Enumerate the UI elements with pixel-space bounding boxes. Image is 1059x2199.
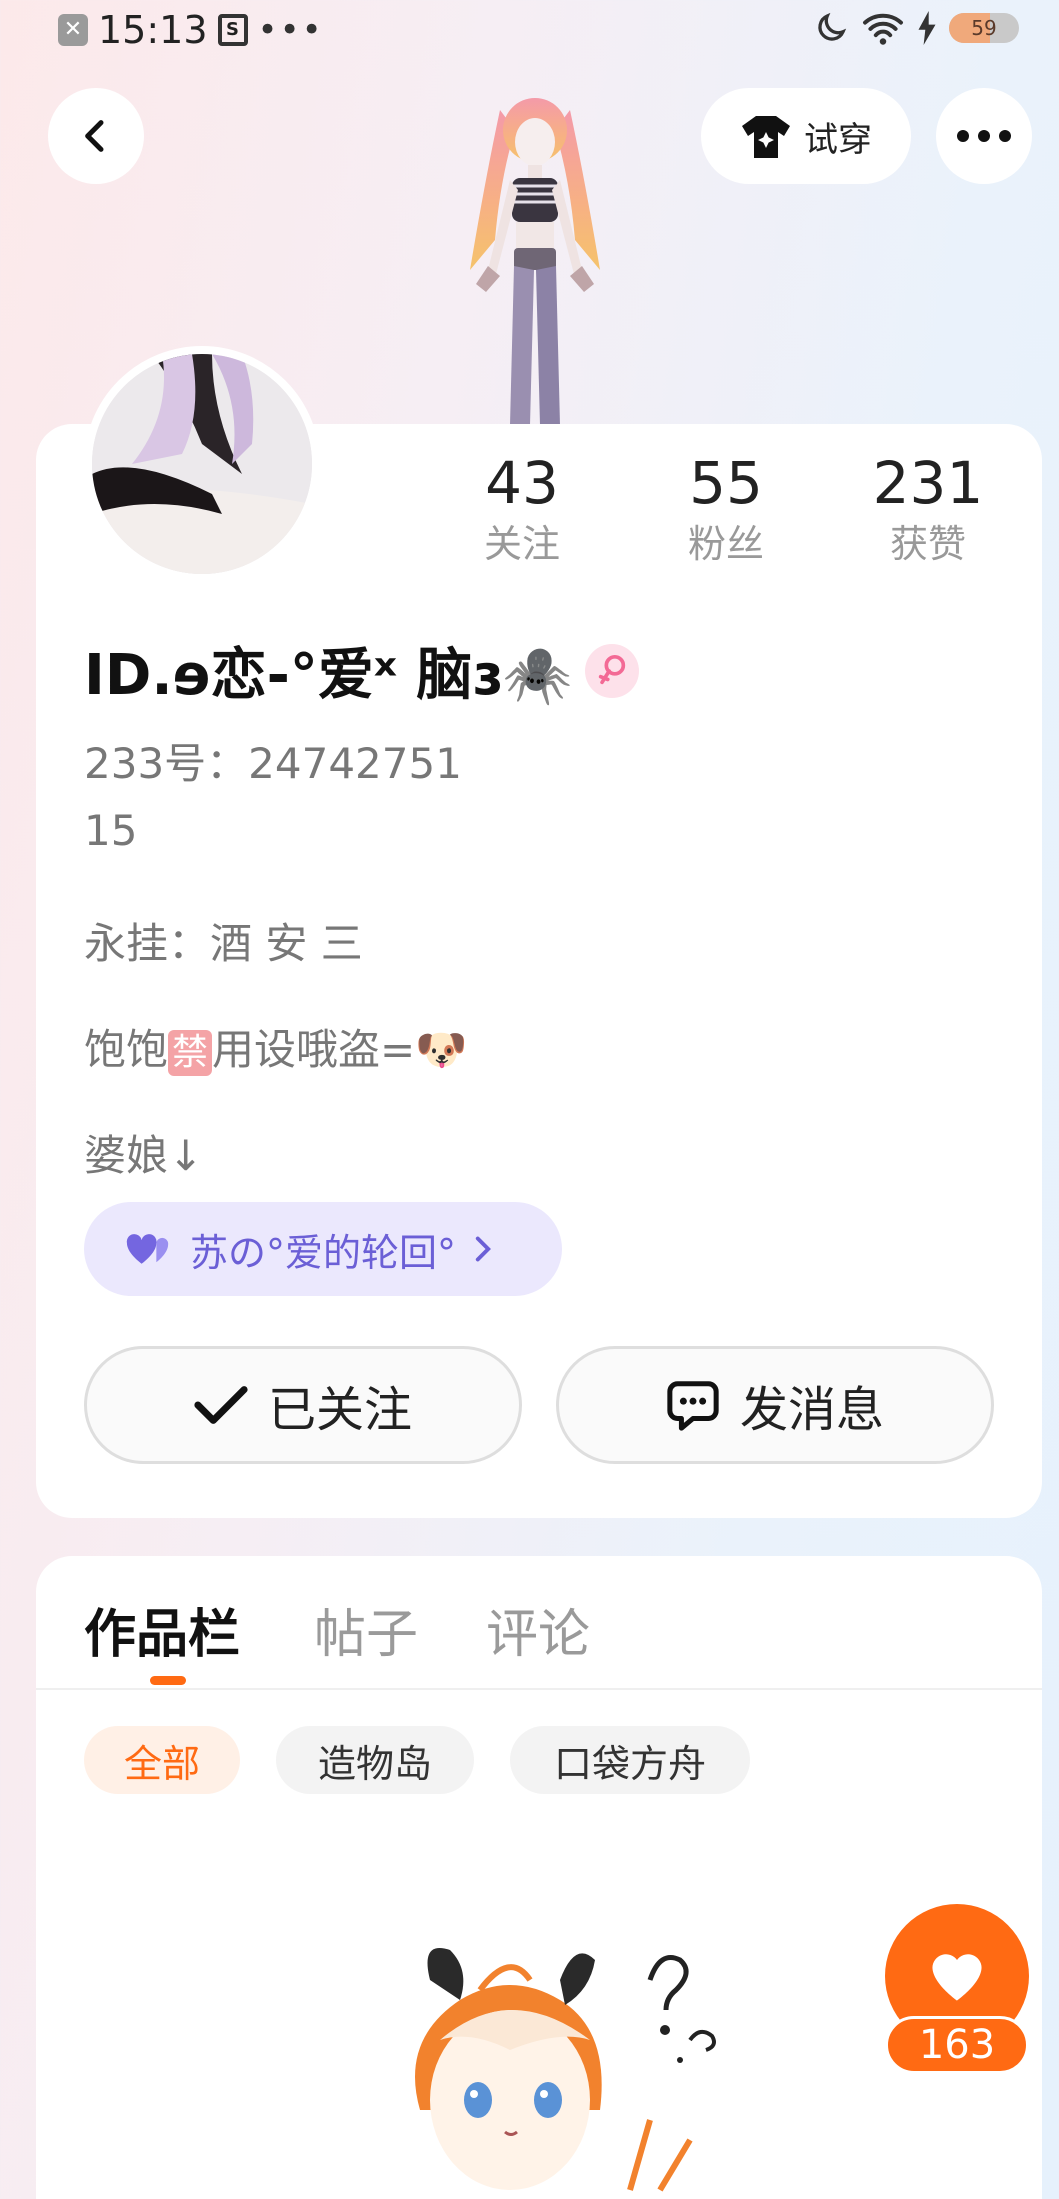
status-bar: ✕ 15:13 S ••• 59 — [0, 0, 1059, 60]
tab-posts[interactable]: 帖子 — [314, 1592, 418, 1667]
tab-works[interactable]: 作品栏 — [84, 1592, 240, 1667]
like-count: 163 — [885, 2016, 1029, 2074]
bio-line: 饱饱 禁用设哦盗=🐶 — [84, 1016, 468, 1077]
filter-creation-island[interactable]: 造物岛 — [276, 1726, 474, 1794]
more-dots-icon — [957, 130, 1011, 142]
more-button[interactable] — [936, 88, 1032, 184]
try-on-label: 试穿 — [804, 119, 872, 160]
follow-label: 已关注 — [267, 1382, 412, 1438]
back-arrow-icon — [85, 120, 104, 152]
message-label: 发消息 — [739, 1382, 884, 1438]
work-cover-image[interactable] — [360, 1920, 780, 2199]
battery-indicator: 59 — [949, 13, 1019, 43]
battery-level: 59 — [971, 16, 997, 40]
filter-pocket-ark[interactable]: 口袋方舟 — [510, 1726, 750, 1794]
message-button[interactable]: 发消息 — [556, 1346, 994, 1464]
heart-icon — [932, 1954, 982, 2001]
username: ID.ɘ恋-°爱ˣ 脑ɜ🕷️ — [84, 643, 573, 708]
tab-indicator — [150, 1676, 186, 1685]
stat-value: 43 — [485, 449, 559, 517]
notification-close-icon: ✕ — [58, 14, 88, 46]
tab-comments[interactable]: 评论 — [486, 1592, 590, 1667]
stat-following[interactable]: 43 关注 — [442, 450, 602, 572]
moon-icon — [818, 12, 847, 41]
user-age: 15 — [84, 806, 138, 855]
notification-s-icon: S — [217, 14, 248, 46]
double-heart-icon — [126, 1234, 169, 1264]
bio-line: 婆娘↓ — [84, 1131, 204, 1180]
tshirt-icon — [742, 116, 790, 158]
message-bubble-icon — [667, 1381, 719, 1431]
couple-link[interactable]: 苏の°爱的轮回° — [84, 1202, 562, 1296]
bio-line: 永挂：酒 安 三 — [84, 919, 363, 968]
follow-button[interactable]: 已关注 — [84, 1346, 522, 1464]
tab-divider — [36, 1688, 1042, 1690]
chevron-right-icon — [475, 1236, 491, 1262]
try-on-button[interactable]: 试穿 — [701, 88, 911, 184]
stat-label: 粉丝 — [687, 522, 764, 566]
stat-likes[interactable]: 231 获赞 — [848, 450, 1008, 572]
stat-value: 55 — [689, 449, 763, 517]
name-row: ID.ɘ恋-°爱ˣ 脑ɜ🕷️ — [84, 630, 639, 711]
check-icon — [194, 1386, 248, 1424]
female-gender-icon — [584, 643, 639, 698]
stats-row: 43 关注 55 粉丝 231 获赞 — [0, 450, 1059, 580]
more-notifications-icon: ••• — [257, 10, 324, 50]
ban-badge: 禁 — [168, 1030, 213, 1076]
character-figure — [470, 98, 600, 425]
status-time: 15:13 — [98, 8, 208, 52]
charging-icon — [918, 11, 936, 45]
bio-text: 饱饱 — [84, 1025, 169, 1074]
filter-all[interactable]: 全部 — [84, 1726, 240, 1794]
couple-label: 苏の°爱的轮回° — [190, 1230, 457, 1275]
back-button[interactable] — [48, 88, 144, 184]
wifi-icon — [863, 13, 903, 45]
stat-fans[interactable]: 55 粉丝 — [646, 450, 806, 572]
stat-label: 获赞 — [889, 522, 966, 566]
stat-value: 231 — [872, 449, 984, 517]
stat-label: 关注 — [483, 522, 560, 566]
user-id: 233号：24742751 — [84, 739, 462, 788]
bio-text: 用设哦盗=🐶 — [212, 1025, 468, 1074]
